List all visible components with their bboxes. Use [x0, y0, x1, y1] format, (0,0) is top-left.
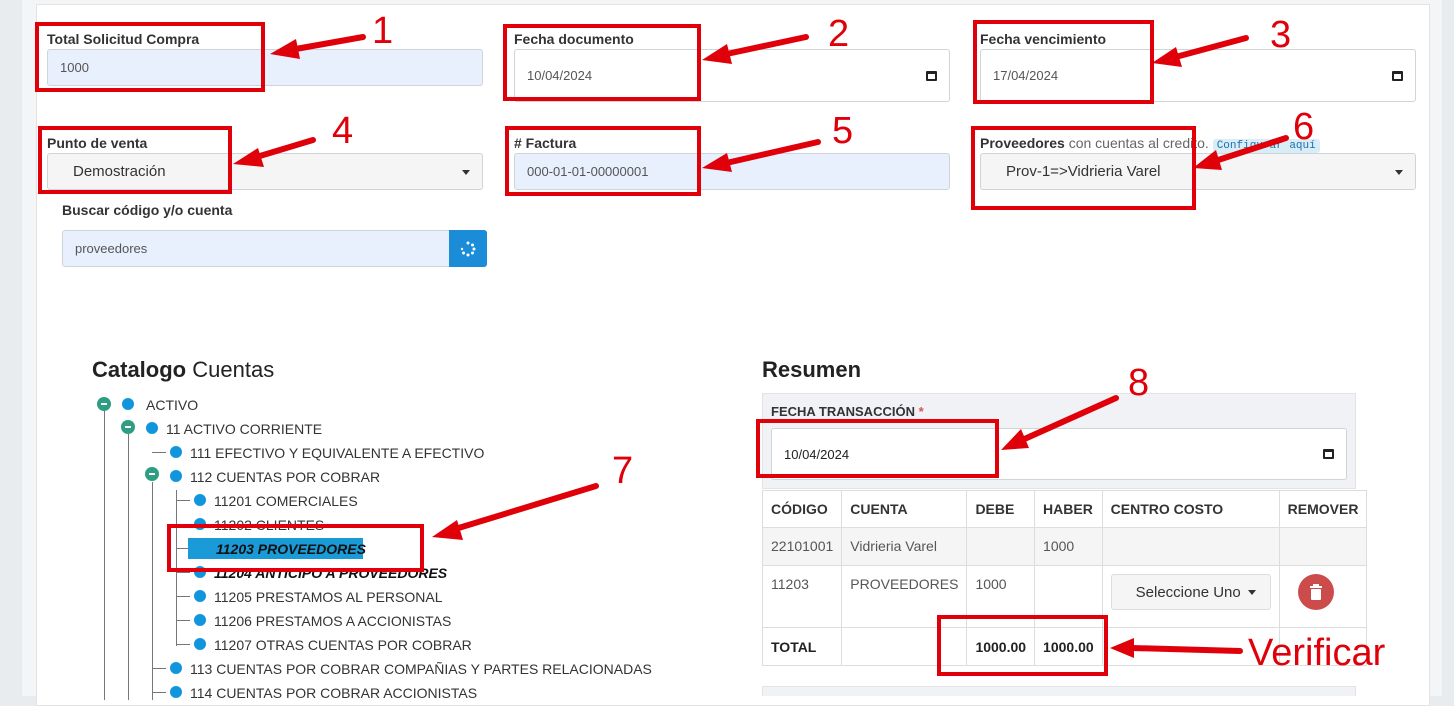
- annotation-number-3: 3: [1270, 14, 1292, 56]
- annotation-number-1: 1: [372, 10, 394, 52]
- annotation-number-6: 6: [1293, 106, 1315, 148]
- annotation-arrows: [233, 34, 1289, 658]
- annotation-number-5: 5: [832, 110, 854, 152]
- annotation-number-7: 7: [612, 450, 634, 492]
- annotation-verificar: Verificar: [1248, 632, 1386, 674]
- annotation-number-2: 2: [828, 13, 850, 55]
- annotation-number-4: 4: [332, 110, 354, 152]
- annotation-number-8: 8: [1128, 362, 1150, 404]
